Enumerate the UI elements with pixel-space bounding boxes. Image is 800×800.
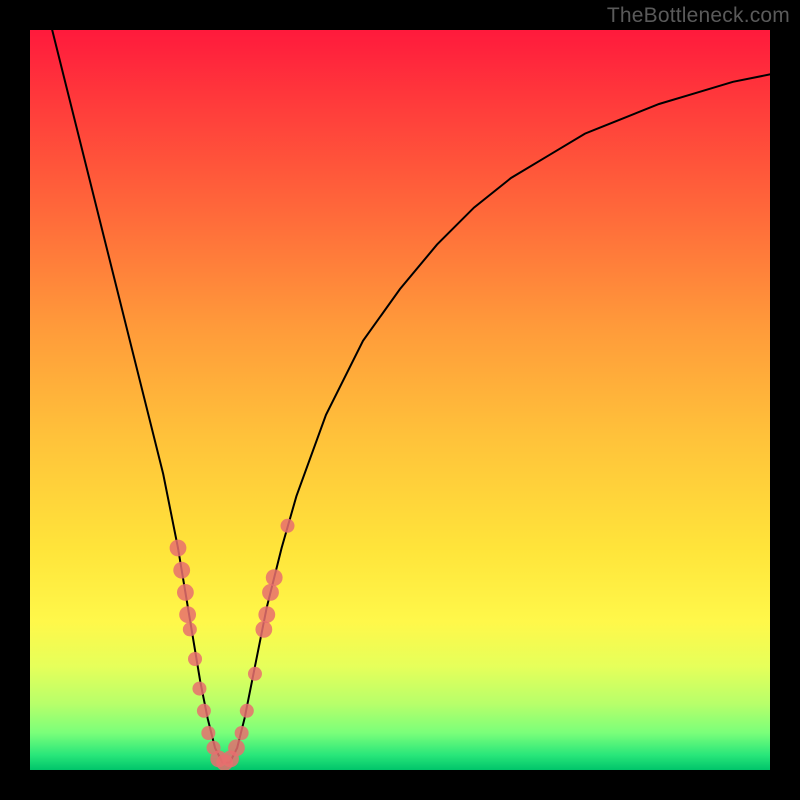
curve-marker <box>179 606 196 623</box>
bottleneck-curve <box>52 30 770 763</box>
curve-marker <box>281 519 295 533</box>
curve-marker <box>266 569 283 586</box>
watermark-text: TheBottleneck.com <box>607 4 790 28</box>
curve-markers <box>170 519 295 770</box>
curve-marker <box>197 704 211 718</box>
curve-marker <box>228 739 245 756</box>
curve-marker <box>188 652 202 666</box>
curve-marker <box>240 704 254 718</box>
chart-frame: TheBottleneck.com <box>0 0 800 800</box>
curve-marker <box>248 667 262 681</box>
chart-overlay <box>30 30 770 770</box>
plot-area <box>30 30 770 770</box>
curve-marker <box>201 726 215 740</box>
curve-marker <box>255 621 272 638</box>
curve-marker <box>177 584 194 601</box>
curve-marker <box>235 726 249 740</box>
curve-marker <box>170 540 187 557</box>
curve-marker <box>262 584 279 601</box>
curve-marker <box>192 682 206 696</box>
curve-marker <box>173 562 190 579</box>
curve-marker <box>183 622 197 636</box>
curve-marker <box>258 606 275 623</box>
